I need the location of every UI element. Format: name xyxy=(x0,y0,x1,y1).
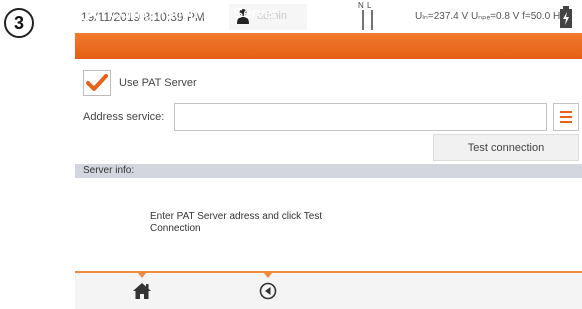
toolbar-divider xyxy=(75,271,582,273)
voltage-readout: Uₗₙ=237.4 V Uₙₚₑ=0.8 V f=50.0 Hz xyxy=(415,11,566,22)
page-title: Configuration PAT Server xyxy=(109,5,278,22)
tools-icon xyxy=(83,4,101,22)
address-service-label: Address service: xyxy=(83,111,165,123)
nl-l-label: L xyxy=(367,1,372,10)
use-pat-server-label: Use PAT Server xyxy=(119,77,197,89)
server-info-message: Enter PAT Server adress and click Test C… xyxy=(150,211,323,234)
use-pat-server-checkbox[interactable] xyxy=(83,70,111,96)
server-info-header xyxy=(75,164,582,178)
server-info-label: Server info: xyxy=(83,165,135,176)
back-icon xyxy=(259,282,277,300)
checkmark-icon xyxy=(86,74,108,91)
menu-icon xyxy=(560,111,572,113)
home-button[interactable] xyxy=(125,276,159,306)
home-icon xyxy=(133,283,151,299)
back-button[interactable] xyxy=(251,276,285,306)
test-connection-button[interactable]: Test connection xyxy=(433,134,579,161)
device-screen: 19/11/2019 8:10:39 PM admin N L Uₗₙ=237.… xyxy=(75,0,582,309)
step-number-marker: 3 xyxy=(4,8,34,38)
title-bar xyxy=(75,33,582,59)
nl-indicator-icon xyxy=(362,10,373,30)
address-service-input[interactable] xyxy=(174,103,547,131)
battery-icon xyxy=(560,6,572,28)
address-menu-button[interactable] xyxy=(553,103,579,131)
nl-n-label: N xyxy=(358,1,364,10)
